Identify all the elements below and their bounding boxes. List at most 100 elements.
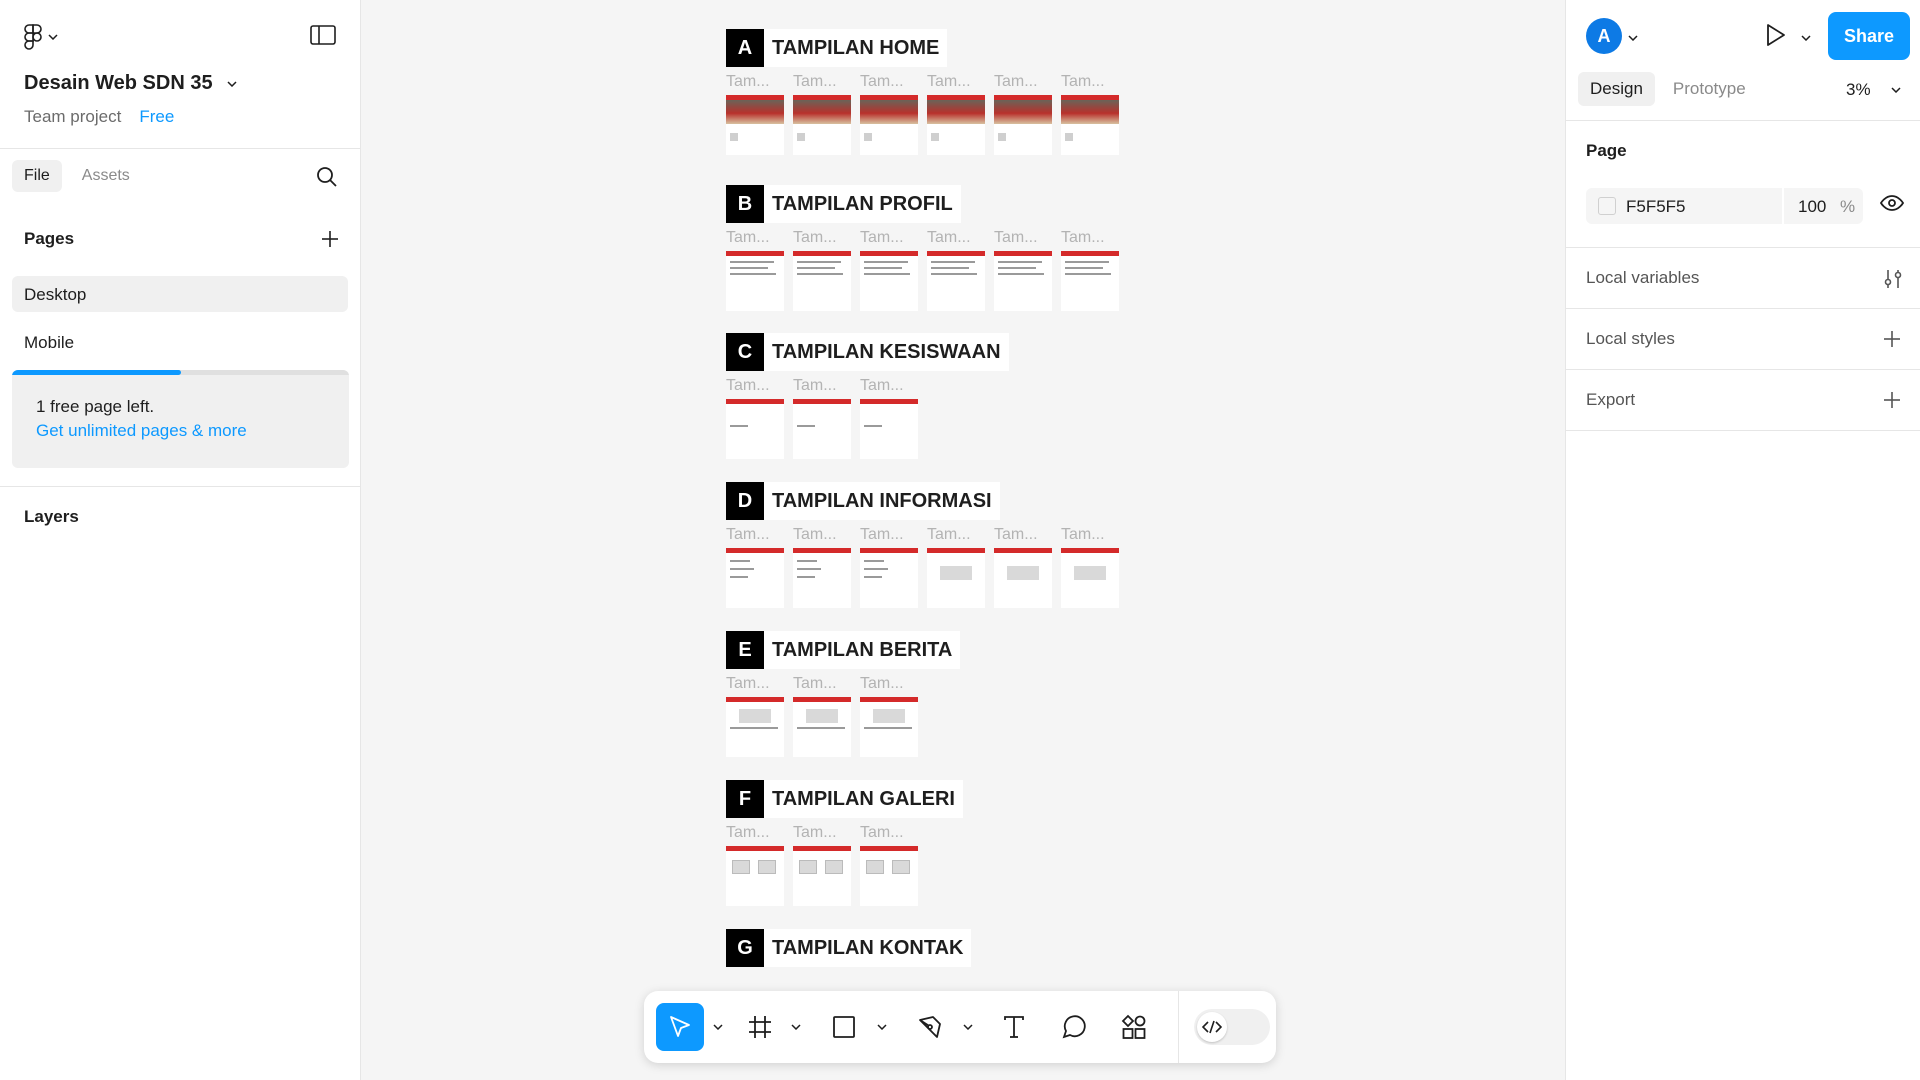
tab-assets[interactable]: Assets	[70, 160, 142, 192]
frame-thumbnail[interactable]: Tam...	[994, 526, 1052, 608]
frame-thumbnail[interactable]: Tam...	[793, 675, 851, 757]
variables-icon[interactable]	[1882, 268, 1904, 290]
actions-tool-icon[interactable]	[1112, 1003, 1156, 1051]
frame-label: Tam...	[793, 526, 837, 543]
frame-thumbnail[interactable]: Tam...	[927, 526, 985, 608]
preview-header	[793, 697, 851, 702]
main-menu-button[interactable]	[24, 24, 68, 50]
section-letter: A	[726, 29, 764, 67]
preview-line	[864, 261, 908, 263]
page-item-desktop[interactable]: Desktop	[12, 276, 348, 312]
preview-line	[730, 576, 748, 578]
team-name[interactable]: Team project	[24, 107, 121, 127]
plan-badge[interactable]: Free	[139, 107, 174, 127]
chevron-down-icon	[1891, 87, 1901, 93]
frame-thumbnail[interactable]: Tam...	[726, 73, 784, 155]
frame-preview	[927, 251, 985, 311]
frame-thumbnail[interactable]: Tam...	[860, 229, 918, 311]
add-export-icon[interactable]	[1882, 390, 1904, 412]
preview-line	[864, 425, 882, 427]
add-page-icon[interactable]	[320, 229, 340, 249]
search-icon[interactable]	[316, 166, 340, 190]
text-tool-icon[interactable]	[992, 1003, 1036, 1051]
chevron-down-icon[interactable]	[1628, 28, 1638, 46]
preview-line	[1065, 267, 1103, 269]
preview-icon	[864, 133, 872, 141]
move-tool-icon[interactable]	[656, 1003, 704, 1051]
file-name[interactable]: Desain Web SDN 35	[24, 72, 237, 95]
divider	[0, 486, 361, 487]
frame-thumbnail[interactable]: Tam...	[793, 824, 851, 906]
chevron-down-icon[interactable]	[1801, 28, 1811, 46]
frame-thumbnail[interactable]: Tam...	[860, 824, 918, 906]
page-color-hex[interactable]: F5F5F5	[1626, 197, 1686, 217]
frame-thumbnail[interactable]: Tam...	[793, 73, 851, 155]
zoom-dropdown[interactable]: 3%	[1846, 80, 1901, 100]
local-variables-heading[interactable]: Local variables	[1586, 268, 1699, 288]
present-play-icon[interactable]	[1762, 22, 1790, 50]
canvas[interactable]: A TAMPILAN HOME Tam... Tam... Tam... Tam... Ta…	[362, 0, 1564, 1080]
frame-thumbnail[interactable]: Tam...	[1061, 526, 1119, 608]
frame-thumbnail[interactable]: Tam...	[726, 377, 784, 459]
thumbnail-row: Tam... Tam... Tam...	[726, 824, 918, 906]
page-opacity[interactable]: 100	[1798, 197, 1826, 217]
chevron-down-icon[interactable]	[710, 1003, 726, 1051]
frame-preview	[793, 95, 851, 155]
tab-prototype[interactable]: Prototype	[1661, 72, 1758, 106]
frame-thumbnail[interactable]: Tam...	[860, 675, 918, 757]
tab-design[interactable]: Design	[1578, 72, 1655, 106]
frame-preview	[860, 399, 918, 459]
frame-thumbnail[interactable]: Tam...	[1061, 73, 1119, 155]
share-button[interactable]: Share	[1828, 12, 1910, 60]
frame-thumbnail[interactable]: Tam...	[927, 229, 985, 311]
frame-thumbnail[interactable]: Tam...	[726, 824, 784, 906]
frame-tool-icon[interactable]	[738, 1003, 782, 1051]
avatar[interactable]: A	[1586, 18, 1622, 54]
chevron-down-icon	[227, 80, 237, 87]
frame-label: Tam...	[860, 229, 904, 246]
tab-file[interactable]: File	[12, 160, 62, 192]
frame-thumbnail[interactable]: Tam...	[726, 229, 784, 311]
comment-tool-icon[interactable]	[1052, 1003, 1096, 1051]
color-swatch[interactable]	[1598, 197, 1616, 215]
eye-icon[interactable]	[1879, 194, 1905, 218]
page-color-field[interactable]: F5F5F5 100 %	[1586, 188, 1863, 224]
frame-label: Tam...	[1061, 73, 1105, 90]
frame-thumbnail[interactable]: Tam...	[726, 526, 784, 608]
chevron-down-icon[interactable]	[960, 1003, 976, 1051]
page-item-mobile[interactable]: Mobile	[12, 324, 348, 360]
pen-tool-icon[interactable]	[908, 1003, 952, 1051]
sidebar-toggle-icon[interactable]	[310, 24, 338, 48]
preview-card	[892, 860, 910, 874]
frame-label: Tam...	[793, 73, 837, 90]
section-letter: B	[726, 185, 764, 223]
frame-thumbnail[interactable]: Tam...	[793, 229, 851, 311]
frame-thumbnail[interactable]: Tam...	[793, 377, 851, 459]
dev-mode-toggle[interactable]	[1194, 1003, 1270, 1051]
frame-preview	[793, 399, 851, 459]
preview-header	[927, 548, 985, 553]
frame-preview	[927, 548, 985, 608]
divider	[1566, 247, 1920, 248]
add-style-icon[interactable]	[1882, 329, 1904, 351]
preview-hero-image	[726, 100, 784, 124]
frame-thumbnail[interactable]: Tam...	[994, 229, 1052, 311]
frame-label: Tam...	[860, 824, 904, 841]
frame-thumbnail[interactable]: Tam...	[860, 526, 918, 608]
frame-thumbnail[interactable]: Tam...	[860, 73, 918, 155]
frame-preview	[726, 846, 784, 906]
frame-thumbnail[interactable]: Tam...	[927, 73, 985, 155]
frame-label: Tam...	[994, 526, 1038, 543]
frame-thumbnail[interactable]: Tam...	[726, 675, 784, 757]
chevron-down-icon[interactable]	[788, 1003, 804, 1051]
frame-thumbnail[interactable]: Tam...	[860, 377, 918, 459]
rectangle-tool-icon[interactable]	[822, 1003, 866, 1051]
frame-thumbnail[interactable]: Tam...	[994, 73, 1052, 155]
chevron-down-icon[interactable]	[874, 1003, 890, 1051]
frame-thumbnail[interactable]: Tam...	[793, 526, 851, 608]
upgrade-link[interactable]: Get unlimited pages & more	[36, 421, 247, 441]
frame-label: Tam...	[726, 526, 770, 543]
preview-line	[864, 576, 882, 578]
frame-thumbnail[interactable]: Tam...	[1061, 229, 1119, 311]
preview-line	[797, 267, 835, 269]
